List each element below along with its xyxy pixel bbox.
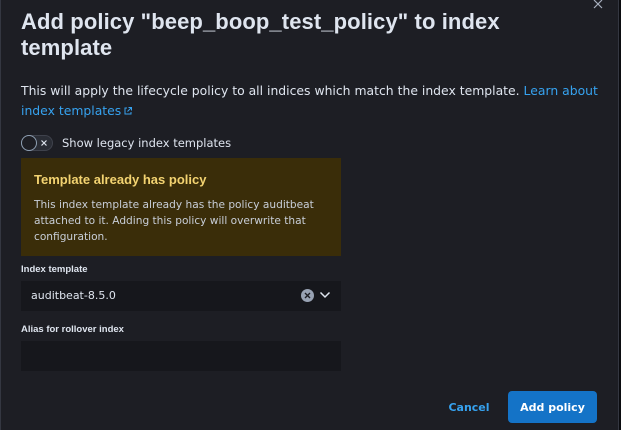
alias-input[interactable] [21,341,341,371]
modal-description: This will apply the lifecycle policy to … [21,81,601,120]
clear-icon [304,292,311,299]
index-template-value: auditbeat-8.5.0 [31,289,116,302]
close-icon [593,0,603,9]
close-button[interactable] [592,0,606,12]
index-template-label: Index template [21,264,88,275]
add-policy-button[interactable]: Add policy [508,391,597,423]
cancel-button[interactable]: Cancel [442,391,496,423]
cross-icon [41,140,47,146]
legacy-templates-switch[interactable] [21,135,53,151]
switch-knob [21,135,37,151]
chevron-down-icon[interactable] [319,291,331,299]
callout-title: Template already has policy [34,172,207,187]
warning-callout: Template already has policy This index t… [21,158,341,256]
add-policy-modal: Add policy "beep_boop_test_policy" to in… [0,0,619,430]
description-text: This will apply the lifecycle policy to … [21,83,520,98]
legacy-templates-switch-row: Show legacy index templates [21,134,231,152]
alias-label: Alias for rollover index [21,324,124,335]
clear-selection-button[interactable] [301,289,314,302]
callout-body: This index template already has the poli… [34,199,314,243]
external-link-icon [124,106,133,114]
index-template-combobox[interactable]: auditbeat-8.5.0 [21,281,341,311]
legacy-templates-label[interactable]: Show legacy index templates [62,136,231,150]
modal-title: Add policy "beep_boop_test_policy" to in… [21,9,500,60]
